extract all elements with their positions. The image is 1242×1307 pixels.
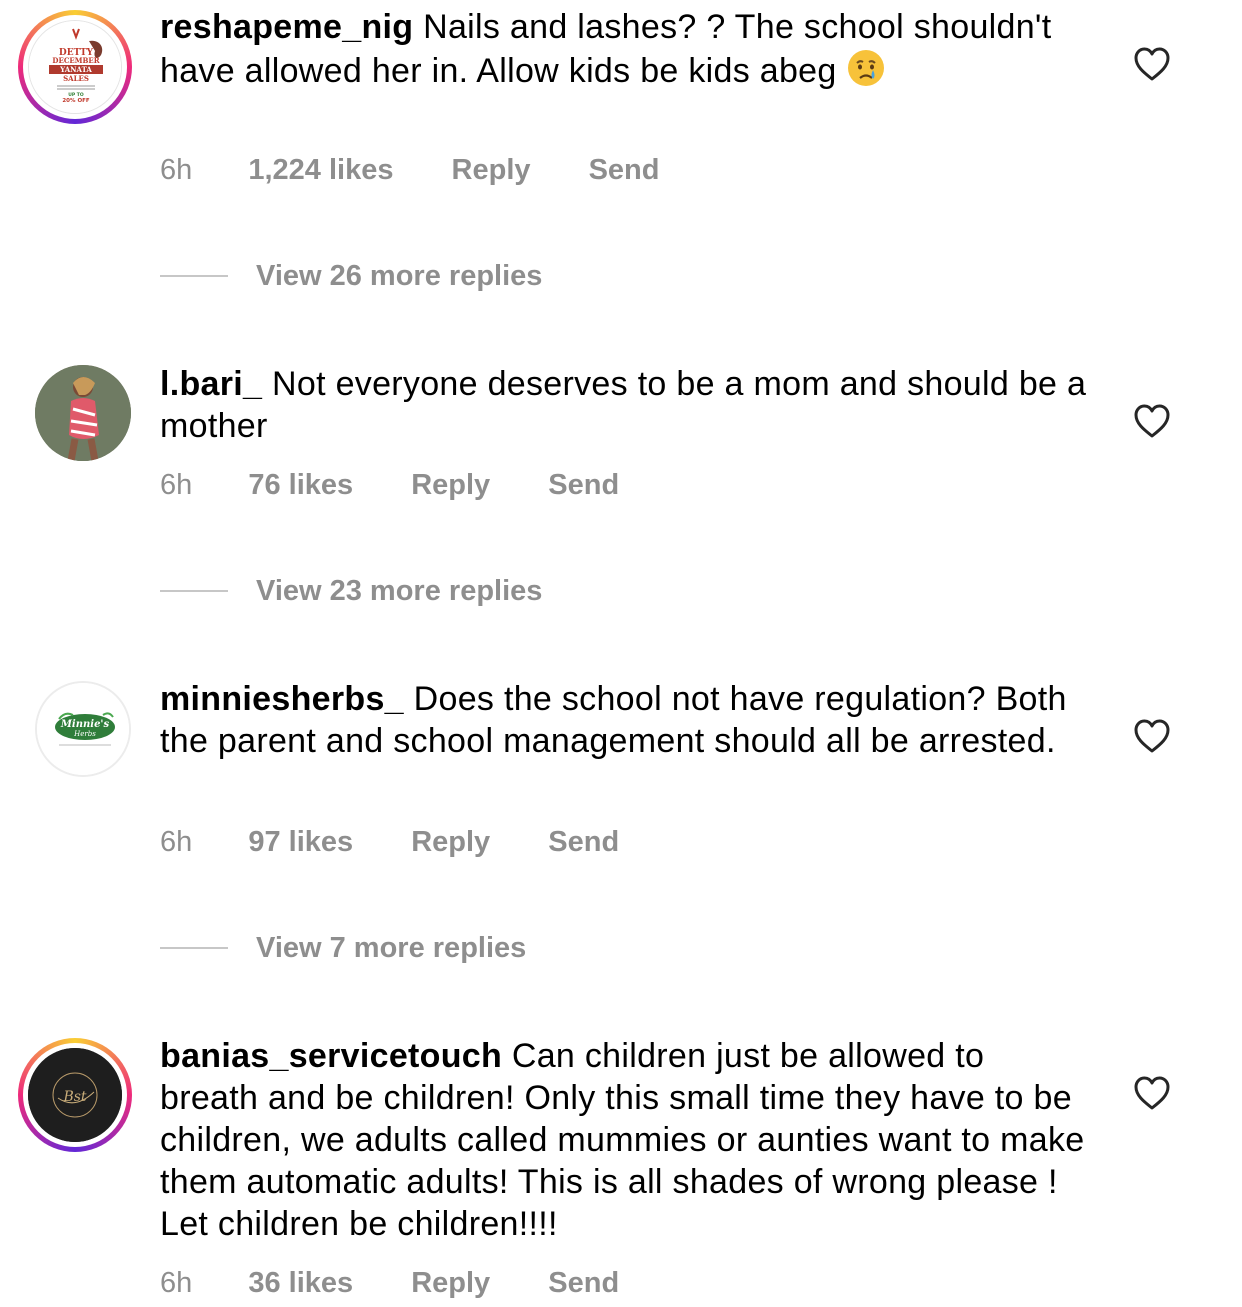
avatar-story-ring[interactable]: DETTY DECEMBER YANATA SALES UP TO 20% OF…: [18, 10, 132, 124]
comment-time: 6h: [160, 469, 193, 501]
view-replies-link[interactable]: View 7 more replies: [160, 928, 526, 968]
view-replies-link[interactable]: View 23 more replies: [160, 571, 542, 611]
poster-text-yanata: YANATA: [59, 65, 92, 74]
replies-divider-line: [160, 590, 228, 592]
poster-text-sales: SALES: [63, 74, 89, 83]
heart-outline-icon[interactable]: [1133, 403, 1171, 439]
bst-logo: Bst: [28, 1048, 122, 1142]
send-button[interactable]: Send: [548, 469, 619, 502]
reply-button[interactable]: Reply: [411, 469, 490, 502]
view-replies-label: View 26 more replies: [256, 259, 543, 292]
comment-text: banias_servicetouch Can children just be…: [160, 1035, 1090, 1245]
comment-time: 6h: [160, 826, 193, 858]
logo-text-minnies: Minnie's: [60, 719, 110, 730]
comment-username[interactable]: l.bari_: [160, 365, 262, 403]
replies-divider-line: [160, 275, 228, 277]
poster-text-december: DECEMBER: [52, 56, 99, 65]
comment-body: Not everyone deserves to be a mom and sh…: [160, 365, 1087, 445]
comment-time: 6h: [160, 1267, 193, 1299]
comment-text: minniesherbs_ Does the school not have r…: [160, 678, 1090, 762]
comment-username[interactable]: minniesherbs_: [160, 680, 404, 718]
comment-username[interactable]: reshapeme_nig: [160, 8, 413, 46]
comment-text: reshapeme_nig Nails and lashes? ? The sc…: [160, 6, 1090, 92]
avatar-frame[interactable]: Minnie's Herbs: [35, 681, 131, 777]
comment-meta: 6h 36 likes Reply Send: [160, 1267, 669, 1300]
poster-text-discount: 20% OFF: [62, 98, 90, 104]
promo-poster-image: DETTY DECEMBER YANATA SALES UP TO 20% OF…: [29, 21, 121, 113]
reply-button[interactable]: Reply: [411, 1267, 490, 1300]
avatar-minniesherbs: Minnie's Herbs: [35, 681, 131, 777]
likes-count[interactable]: 97 likes: [248, 826, 353, 859]
comment-meta: 6h 76 likes Reply Send: [160, 469, 669, 502]
comment-time: 6h: [160, 154, 193, 186]
send-button[interactable]: Send: [589, 154, 660, 187]
likes-count[interactable]: 1,224 likes: [248, 154, 393, 187]
view-replies-link[interactable]: View 26 more replies: [160, 256, 542, 296]
send-button[interactable]: Send: [548, 826, 619, 859]
avatar-story-ring[interactable]: Bst: [18, 1038, 132, 1152]
heart-outline-icon[interactable]: [1133, 46, 1171, 82]
logo-text-herbs: Herbs: [73, 730, 96, 738]
reply-button[interactable]: Reply: [452, 154, 531, 187]
comment-meta: 6h 97 likes Reply Send: [160, 826, 669, 859]
avatar-banias: Bst: [28, 1048, 122, 1142]
profile-photo-image: [35, 365, 131, 461]
avatar-frame[interactable]: [35, 365, 131, 461]
likes-count[interactable]: 36 likes: [248, 1267, 353, 1300]
crying-face-emoji: [848, 50, 885, 86]
heart-outline-icon[interactable]: [1133, 718, 1171, 754]
likes-count[interactable]: 76 likes: [248, 469, 353, 502]
avatar-reshapeme: DETTY DECEMBER YANATA SALES UP TO 20% OF…: [28, 20, 122, 114]
minnies-herbs-logo: Minnie's Herbs: [37, 683, 129, 775]
reply-button[interactable]: Reply: [411, 826, 490, 859]
view-replies-label: View 7 more replies: [256, 931, 527, 964]
send-button[interactable]: Send: [548, 1267, 619, 1300]
avatar-lbari: [35, 365, 131, 461]
comment-username[interactable]: banias_servicetouch: [160, 1037, 502, 1075]
heart-outline-icon[interactable]: [1133, 1075, 1171, 1111]
replies-divider-line: [160, 947, 228, 949]
comment-text: l.bari_ Not everyone deserves to be a mo…: [160, 363, 1090, 447]
view-replies-label: View 23 more replies: [256, 574, 543, 607]
comment-meta: 6h 1,224 likes Reply Send: [160, 154, 709, 187]
